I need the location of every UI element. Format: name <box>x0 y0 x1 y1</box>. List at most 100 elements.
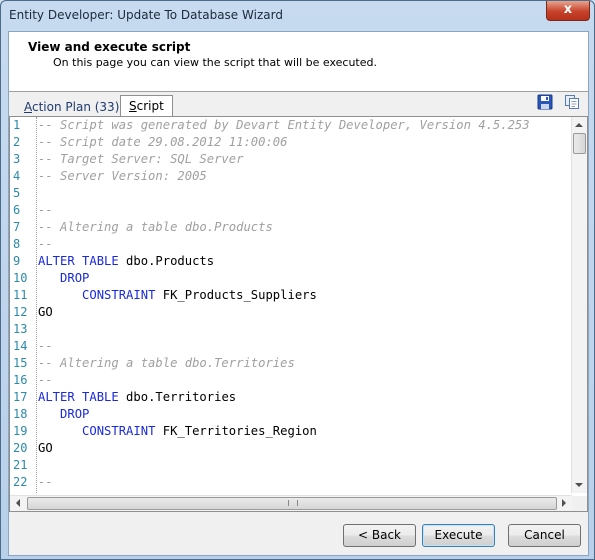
window-title: Entity Developer: Update To Database Wiz… <box>9 8 283 22</box>
gutter-separator <box>36 117 37 493</box>
line-number: 5 <box>13 186 21 200</box>
line-number: 18 <box>13 407 28 421</box>
code-comment: -- Altering a table dbo.Territories <box>38 356 295 370</box>
line-number: 2 <box>13 135 21 149</box>
script-editor[interactable]: 1 2 3 4 5 6 7 8 9 10 11 12 13 14 15 16 17 18 19 20 21 22 -- S… <box>9 116 588 512</box>
code-line: -- Script date 29.08.2012 11:00:06 <box>38 134 574 151</box>
scrollbar-corner <box>572 496 587 511</box>
code-text: GO <box>38 441 53 455</box>
wizard-header: View and execute script On this page you… <box>9 32 588 92</box>
cancel-button[interactable]: Cancel <box>508 524 581 547</box>
line-number: 8 <box>13 237 21 251</box>
line-number: 12 <box>13 305 28 319</box>
code-text: dbo.Territories <box>118 390 237 404</box>
line-number: 17 <box>13 390 28 404</box>
code-comment: -- <box>38 475 53 489</box>
line-number: 16 <box>13 373 28 387</box>
save-icon[interactable] <box>537 94 553 110</box>
wizard-client-area: View and execute script On this page you… <box>8 31 589 556</box>
line-number: 3 <box>13 152 21 166</box>
line-number-gutter: 1 2 3 4 5 6 7 8 9 10 11 12 13 14 15 16 17 18 19 20 21 22 <box>10 117 32 493</box>
code-line: CONSTRAINT FK_Products_Suppliers <box>38 287 574 304</box>
line-number: 21 <box>13 458 28 472</box>
line-number: 7 <box>13 220 21 234</box>
code-line: -- <box>38 474 574 491</box>
code-line: -- <box>38 338 574 355</box>
close-icon: x <box>563 2 573 17</box>
code-text: FK_Products_Suppliers <box>155 288 317 302</box>
code-comment: -- Server Version: 2005 <box>38 169 207 183</box>
code-line: ALTER TABLE dbo.Territories <box>38 389 574 406</box>
scroll-left-arrow-icon[interactable] <box>16 499 20 507</box>
line-number: 10 <box>13 271 28 285</box>
line-number: 22 <box>13 475 28 489</box>
code-comment: -- <box>38 237 53 251</box>
wizard-window: Entity Developer: Update To Database Wiz… <box>0 0 595 560</box>
code-comment: -- Script date 29.08.2012 11:00:06 <box>38 135 288 149</box>
grip-icon <box>288 500 298 506</box>
code-text: dbo.Products <box>118 254 215 268</box>
code-line: CONSTRAINT FK_Territories_Region <box>38 423 574 440</box>
horizontal-scrollbar[interactable] <box>10 495 572 511</box>
tab-action-plan-label: ction Plan (33) <box>32 100 120 114</box>
code-comment: -- <box>38 339 53 353</box>
copy-icon[interactable] <box>564 94 580 110</box>
page-title: View and execute script <box>28 40 191 54</box>
code-comment: -- <box>38 373 53 387</box>
code-line: DROP <box>38 406 574 423</box>
tab-action-plan-accel: A <box>24 100 32 114</box>
back-button[interactable]: < Back <box>343 524 416 547</box>
code-text: FK_Territories_Region <box>155 424 317 438</box>
code-line: -- Altering a table dbo.Products <box>38 219 574 236</box>
code-comment: -- Target Server: SQL Server <box>38 152 244 166</box>
code-keyword: CONSTRAINT <box>82 288 156 302</box>
line-number: 15 <box>13 356 28 370</box>
code-text: GO <box>38 305 53 319</box>
code-line: ALTER TABLE dbo.Products <box>38 253 574 270</box>
code-comment: -- Script was generated by Devart Entity… <box>38 118 530 132</box>
tab-strip: Action Plan (33) Script <box>9 92 588 117</box>
line-number: 13 <box>13 322 28 336</box>
line-number: 4 <box>13 169 21 183</box>
line-number: 6 <box>13 203 21 217</box>
code-line: -- Altering a table dbo.Territories <box>38 355 574 372</box>
code-line: DROP <box>38 270 574 287</box>
code-keyword: DROP <box>60 271 90 285</box>
code-comment: -- Altering a table dbo.Products <box>38 220 273 234</box>
scroll-up-arrow-icon[interactable] <box>575 123 583 127</box>
code-keyword: CONSTRAINT <box>82 424 156 438</box>
tab-script[interactable]: Script <box>120 95 173 117</box>
code-comment: -- <box>38 203 53 217</box>
script-code[interactable]: -- Script was generated by Devart Entity… <box>38 117 574 493</box>
title-bar[interactable]: Entity Developer: Update To Database Wiz… <box>1 1 594 31</box>
line-number: 19 <box>13 424 28 438</box>
tab-action-plan[interactable]: Action Plan (33) <box>20 98 123 116</box>
vertical-scrollbar[interactable] <box>571 117 587 493</box>
code-keyword: ALTER TABLE <box>38 254 119 268</box>
line-number: 20 <box>13 441 28 455</box>
page-subtitle: On this page you can view the script tha… <box>53 56 377 69</box>
scroll-down-arrow-icon[interactable] <box>575 483 583 487</box>
code-line: GO <box>38 304 574 321</box>
code-line: -- <box>38 236 574 253</box>
execute-button[interactable]: Execute <box>422 524 495 547</box>
code-line: -- Server Version: 2005 <box>38 168 574 185</box>
code-line: -- <box>38 202 574 219</box>
vertical-scroll-thumb[interactable] <box>573 133 586 154</box>
scroll-right-arrow-icon[interactable] <box>562 499 566 507</box>
line-number: 11 <box>13 288 28 302</box>
tab-script-label: cript <box>136 99 164 113</box>
tab-script-accel: S <box>129 99 137 113</box>
close-button[interactable]: x <box>546 1 590 21</box>
code-line: GO <box>38 440 574 457</box>
code-keyword: ALTER TABLE <box>38 390 119 404</box>
horizontal-scroll-thumb[interactable] <box>27 497 557 510</box>
code-line: -- Script was generated by Devart Entity… <box>38 117 574 134</box>
code-line: -- <box>38 372 574 389</box>
